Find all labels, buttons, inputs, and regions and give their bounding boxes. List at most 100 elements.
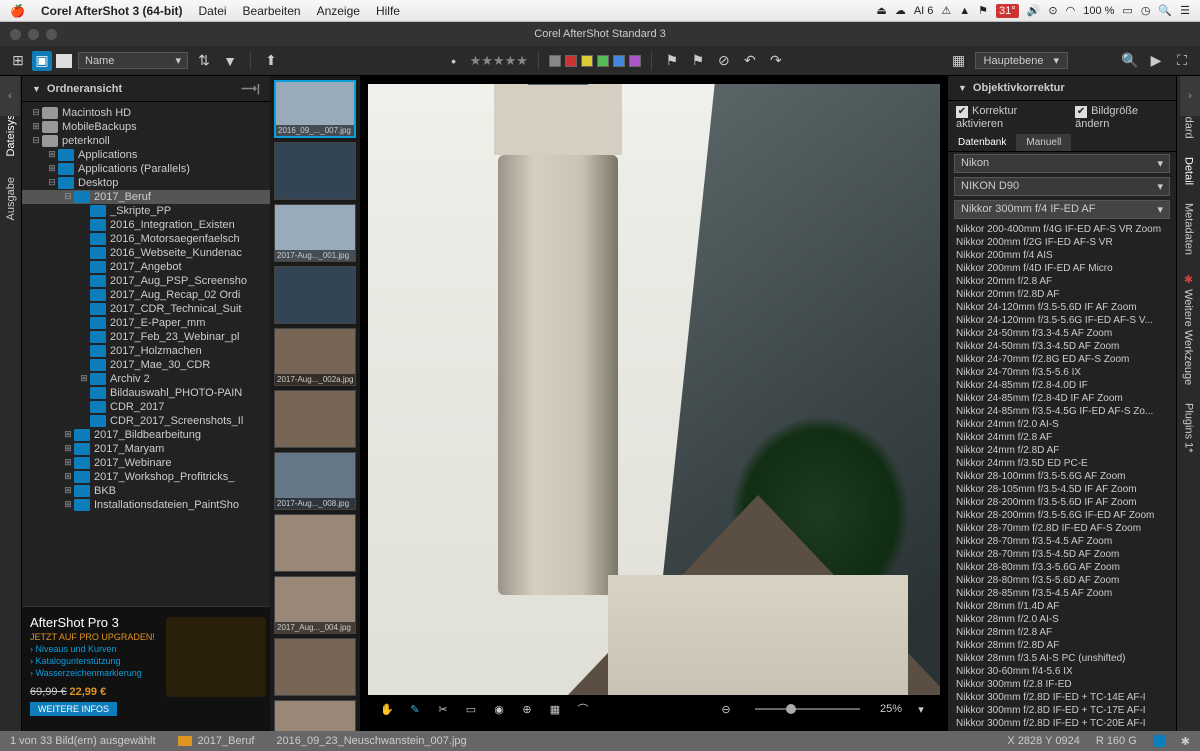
tree-item[interactable]: ⊞MobileBackups: [22, 120, 270, 134]
tree-item[interactable]: CDR_2017_Screenshots_Il: [22, 414, 270, 428]
thumbnail[interactable]: 2017_Aug..._004.jpg: [274, 576, 356, 634]
folders-header[interactable]: ▼Ordneransicht⟶|: [22, 76, 270, 102]
tree-item[interactable]: _Skripte_PP: [22, 204, 270, 218]
lens-item[interactable]: Nikkor 300mm f/2.8D IF-ED AF-I: [948, 730, 1176, 732]
lens-item[interactable]: Nikkor 28mm f/1.4D AF: [948, 600, 1176, 613]
lens-item[interactable]: Nikkor 24-85mm f/2.8-4D IF AF Zoom: [948, 392, 1176, 405]
lens-item[interactable]: Nikkor 24-70mm f/3.5-5.6 IX: [948, 366, 1176, 379]
lens-item[interactable]: Nikkor 24mm f/2.8D AF: [948, 444, 1176, 457]
lens-item[interactable]: Nikkor 24mm f/3.5D ED PC-E: [948, 457, 1176, 470]
lens-item[interactable]: Nikkor 200mm f/2G IF-ED AF-S VR: [948, 236, 1176, 249]
tree-item[interactable]: ⊞Archiv 2: [22, 372, 270, 386]
lens-item[interactable]: Nikkor 28-100mm f/3.5-5.6G AF Zoom: [948, 470, 1176, 483]
lens-item[interactable]: Nikkor 24-120mm f/3.5-5.6G IF-ED AF-S V.…: [948, 314, 1176, 327]
zoom-out-icon[interactable]: ⊖: [717, 703, 735, 716]
color-labels[interactable]: [549, 55, 641, 67]
lens-item[interactable]: Nikkor 24-50mm f/3.3-4.5D AF Zoom: [948, 340, 1176, 353]
lens-item[interactable]: Nikkor 28-70mm f/3.5-4.5 AF Zoom: [948, 535, 1176, 548]
lens-item[interactable]: Nikkor 28mm f/2.8 AF: [948, 626, 1176, 639]
heal-tool-icon[interactable]: ⊕: [518, 703, 536, 716]
chk-enable[interactable]: ✔Korrektur aktivieren: [956, 105, 1059, 130]
wifi-icon[interactable]: ◠: [1066, 4, 1076, 17]
rt-tools[interactable]: ✱ Weitere Werkzeuge: [1182, 273, 1195, 385]
menu-help[interactable]: Hilfe: [376, 4, 400, 18]
lens-item[interactable]: Nikkor 28-80mm f/3.5-5.6D AF Zoom: [948, 574, 1176, 587]
view-compare-icon[interactable]: [56, 54, 72, 68]
thumbnail[interactable]: [274, 266, 356, 324]
lens-item[interactable]: Nikkor 24mm f/2.0 AI-S: [948, 418, 1176, 431]
time-icon[interactable]: ◷: [1141, 4, 1151, 17]
thumbnail[interactable]: [274, 390, 356, 448]
tree-item[interactable]: Bildauswahl_PHOTO-PAIN: [22, 386, 270, 400]
region-tool-icon[interactable]: ▦: [546, 703, 564, 716]
lens-item[interactable]: Nikkor 28-200mm f/3.5-5.6G IF-ED AF Zoom: [948, 509, 1176, 522]
star-icon[interactable]: ✱: [1181, 735, 1190, 748]
flag-icon[interactable]: ⚑: [978, 4, 988, 17]
max-dot[interactable]: [46, 29, 57, 40]
collapse-right[interactable]: ›: [1180, 76, 1200, 116]
view-grid-icon[interactable]: ⊞: [8, 51, 28, 71]
thumbnail[interactable]: [274, 142, 356, 200]
lens-header[interactable]: ▼Objektivkorrektur: [948, 76, 1176, 101]
lens-item[interactable]: Nikkor 200mm f/4D IF-ED AF Micro: [948, 262, 1176, 275]
tree-item[interactable]: ⊞BKB: [22, 484, 270, 498]
image-canvas[interactable]: [368, 84, 940, 695]
tab-database[interactable]: Datenbank: [948, 134, 1016, 151]
rating-dot[interactable]: •: [444, 51, 464, 71]
zoom-slider[interactable]: [755, 708, 860, 710]
sound-icon[interactable]: 🔊: [1027, 4, 1041, 17]
sort-dropdown[interactable]: Name▾: [78, 52, 188, 69]
lens-item[interactable]: Nikkor 24-70mm f/2.8G ED AF-S Zoom: [948, 353, 1176, 366]
loupe-icon[interactable]: 🔍: [1120, 51, 1140, 71]
flag-icon[interactable]: ⚑: [662, 51, 682, 71]
tree-item[interactable]: ⊞2017_Webinare: [22, 456, 270, 470]
tree-item[interactable]: 2017_CDR_Technical_Suit: [22, 302, 270, 316]
dropbox-icon[interactable]: ⏏: [876, 4, 886, 17]
lens-dropdown[interactable]: Nikkor 300mm f/4 IF-ED AF▾: [954, 200, 1170, 219]
thumbnail[interactable]: 2017-Aug..._002a.jpg: [274, 328, 356, 386]
tree-item[interactable]: 2017_Mae_30_CDR: [22, 358, 270, 372]
lens-item[interactable]: Nikkor 24-120mm f/3.5-5.6D IF AF Zoom: [948, 301, 1176, 314]
lock-icon[interactable]: [1153, 735, 1165, 747]
tab-manual[interactable]: Manuell: [1016, 134, 1071, 151]
clock-icon[interactable]: ⊙: [1048, 4, 1057, 17]
hand-tool-icon[interactable]: ✋: [378, 703, 396, 716]
brush-tool-icon[interactable]: ⌒: [574, 701, 592, 717]
crumb-folder[interactable]: 2017_Beruf: [198, 735, 255, 747]
tree-item[interactable]: 2016_Motorsaegenfaelsch: [22, 232, 270, 246]
lens-item[interactable]: Nikkor 28-70mm f/2.8D IF-ED AF-S Zoom: [948, 522, 1176, 535]
tree-item[interactable]: 2017_E-Paper_mm: [22, 316, 270, 330]
tree-item[interactable]: ⊞2017_Bildbearbeitung: [22, 428, 270, 442]
apple-icon[interactable]: 🍎: [10, 4, 25, 18]
lens-item[interactable]: Nikkor 300mm f/2.8D IF-ED + TC-20E AF-I: [948, 717, 1176, 730]
lens-item[interactable]: Nikkor 28-70mm f/3.5-4.5D AF Zoom: [948, 548, 1176, 561]
reject-icon[interactable]: ⊘: [714, 51, 734, 71]
export-icon[interactable]: ⬆: [261, 51, 281, 71]
tree-item[interactable]: 2017_Feb_23_Webinar_pl: [22, 330, 270, 344]
redo-icon[interactable]: ↷: [766, 51, 786, 71]
lens-item[interactable]: Nikkor 24-85mm f/3.5-4.5G IF-ED AF-S Zo.…: [948, 405, 1176, 418]
lens-item[interactable]: Nikkor 200-400mm f/4G IF-ED AF-S VR Zoom: [948, 223, 1176, 236]
lens-item[interactable]: Nikkor 28mm f/2.8D AF: [948, 639, 1176, 652]
lens-item[interactable]: Nikkor 200mm f/4 AIS: [948, 249, 1176, 262]
tree-item[interactable]: ⊟peterknoll: [22, 134, 270, 148]
tab-output[interactable]: Ausgabe: [5, 177, 17, 220]
menu-view[interactable]: Anzeige: [317, 4, 360, 18]
level-tool-icon[interactable]: ▭: [462, 703, 480, 716]
lens-item[interactable]: Nikkor 28mm f/3.5 AI-S PC (unshifted): [948, 652, 1176, 665]
rt-plugins[interactable]: Plugins 1*: [1183, 403, 1195, 453]
sync-icon[interactable]: ☁: [895, 4, 906, 17]
thumbnail[interactable]: 2017-Aug..._008.jpg: [274, 452, 356, 510]
lens-item[interactable]: Nikkor 300mm f/2.8D IF-ED + TC-14E AF-I: [948, 691, 1176, 704]
lens-item[interactable]: Nikkor 24-85mm f/2.8-4.0D IF: [948, 379, 1176, 392]
undo-icon[interactable]: ↶: [740, 51, 760, 71]
tree-item[interactable]: 2016_Integration_Existen: [22, 218, 270, 232]
sort-dir-icon[interactable]: ⇅: [194, 51, 214, 71]
lens-item[interactable]: Nikkor 30-60mm f/4-5.6 IX: [948, 665, 1176, 678]
lens-item[interactable]: Nikkor 28-85mm f/3.5-4.5 AF Zoom: [948, 587, 1176, 600]
thumbnail[interactable]: 2016_09_..._007.jpg: [274, 80, 356, 138]
tree-item[interactable]: ⊞Installationsdateien_PaintSho: [22, 498, 270, 512]
warn-icon[interactable]: ⚠: [941, 4, 951, 17]
filter-icon[interactable]: ▼: [220, 51, 240, 71]
min-dot[interactable]: [28, 29, 39, 40]
